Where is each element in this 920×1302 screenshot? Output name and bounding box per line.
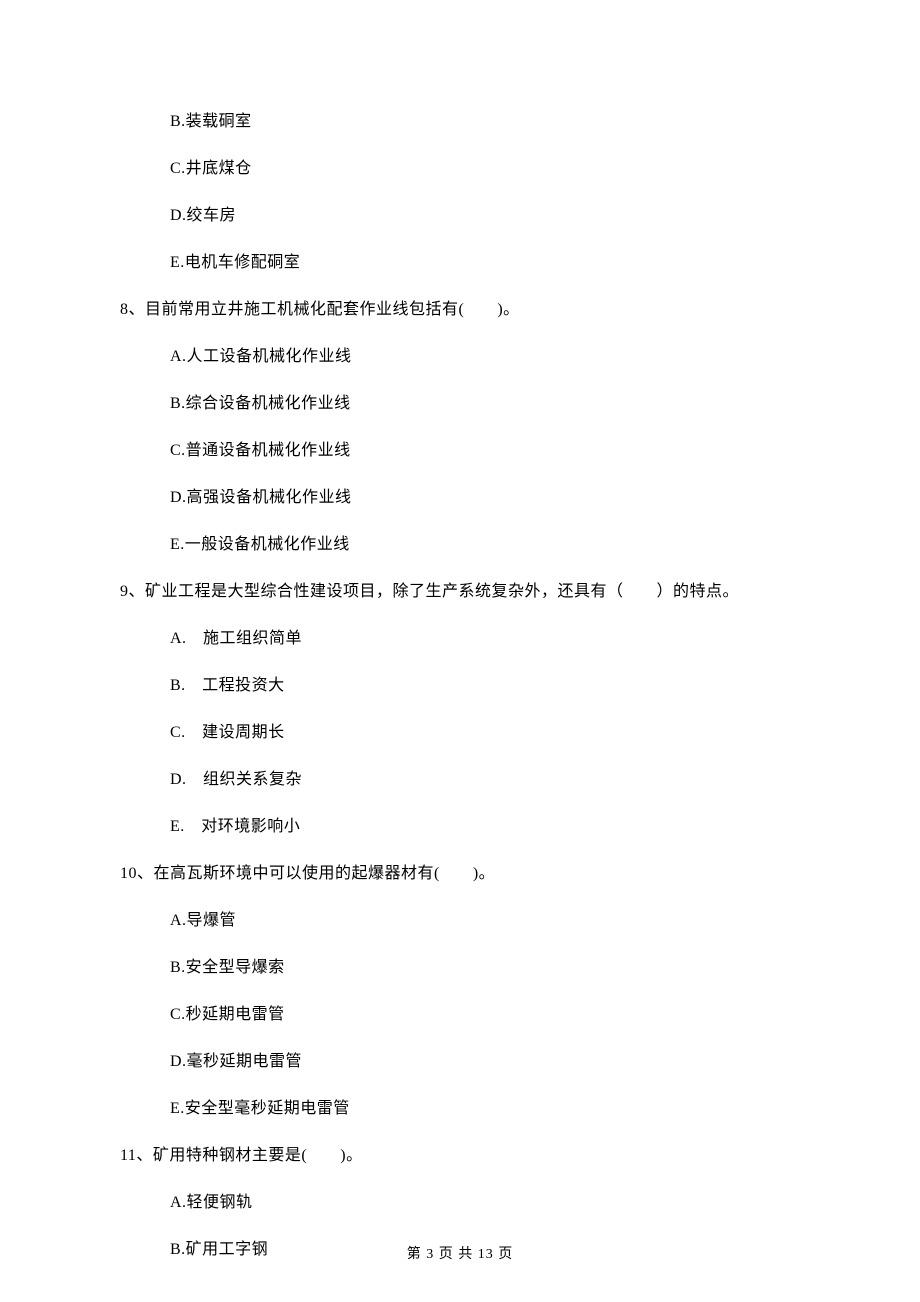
page-footer: 第 3 页 共 13 页 — [0, 1244, 920, 1265]
question-10-option-b: B.安全型导爆索 — [120, 956, 800, 980]
question-10-stem: 10、在高瓦斯环境中可以使用的起爆器材有( )。 — [120, 862, 800, 886]
question-9-option-e: E. 对环境影响小 — [120, 815, 800, 839]
question-8-option-c: C.普通设备机械化作业线 — [120, 439, 800, 463]
question-11-stem: 11、矿用特种钢材主要是( )。 — [120, 1144, 800, 1168]
question-10-option-a: A.导爆管 — [120, 909, 800, 933]
question-9-option-a: A. 施工组织简单 — [120, 627, 800, 651]
prev-option-c: C.井底煤仓 — [120, 157, 800, 181]
question-9-option-d: D. 组织关系复杂 — [120, 768, 800, 792]
question-9-option-c: C. 建设周期长 — [120, 721, 800, 745]
question-10-option-d: D.毫秒延期电雷管 — [120, 1050, 800, 1074]
question-8-option-e: E.一般设备机械化作业线 — [120, 533, 800, 557]
prev-option-b: B.装载硐室 — [120, 110, 800, 134]
prev-option-d: D.绞车房 — [120, 204, 800, 228]
question-8-option-d: D.高强设备机械化作业线 — [120, 486, 800, 510]
prev-option-e: E.电机车修配硐室 — [120, 251, 800, 275]
question-10-option-e: E.安全型毫秒延期电雷管 — [120, 1097, 800, 1121]
question-8-option-b: B.综合设备机械化作业线 — [120, 392, 800, 416]
question-10-option-c: C.秒延期电雷管 — [120, 1003, 800, 1027]
question-9-stem: 9、矿业工程是大型综合性建设项目，除了生产系统复杂外，还具有（ ）的特点。 — [120, 580, 800, 604]
question-8-stem: 8、目前常用立井施工机械化配套作业线包括有( )。 — [120, 298, 800, 322]
question-9-option-b: B. 工程投资大 — [120, 674, 800, 698]
question-8-option-a: A.人工设备机械化作业线 — [120, 345, 800, 369]
question-11-option-a: A.轻便钢轨 — [120, 1191, 800, 1215]
